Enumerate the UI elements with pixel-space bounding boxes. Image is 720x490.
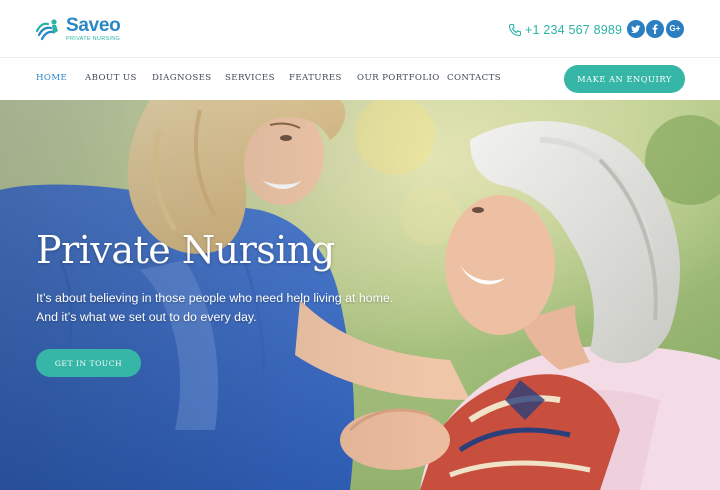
hero-text-line-1: It’s about believing in those people who… [36, 291, 394, 305]
hero-description: It’s about believing in those people who… [36, 289, 426, 326]
nav-about-us[interactable]: ABOUT US [85, 73, 137, 83]
nav-diagnoses[interactable]: DIAGNOSES [152, 73, 212, 83]
main-nav: HOME ABOUT US DIAGNOSES SERVICES FEATURE… [0, 57, 720, 100]
facebook-icon [652, 24, 658, 34]
hero-title: Private Nursing [36, 228, 335, 272]
twitter-icon [631, 25, 641, 33]
nav-services[interactable]: SERVICES [225, 73, 275, 83]
nav-home[interactable]: HOME [36, 73, 67, 83]
phone-icon [508, 23, 522, 37]
google-plus-icon: G+ [669, 24, 681, 33]
make-enquiry-button[interactable]: MAKE AN ENQUIRY [564, 65, 685, 93]
nav-features[interactable]: FEATURES [289, 73, 342, 83]
logo-name: Saveo [66, 14, 121, 36]
logo-mark-icon [35, 19, 58, 41]
hero-text-line-2: And it’s what we set out to do every day… [36, 309, 257, 324]
logo-tagline: PRIVATE NURSING [66, 35, 121, 42]
google-plus-button[interactable]: G+ [666, 20, 684, 38]
top-bar: Saveo PRIVATE NURSING +1 234 567 8989 G+ [0, 0, 720, 57]
nav-contacts[interactable]: CONTACTS [447, 73, 501, 83]
phone-number: +1 234 567 8989 [525, 23, 623, 37]
get-in-touch-button[interactable]: GET IN TOUCH [36, 349, 141, 377]
facebook-button[interactable] [646, 20, 664, 38]
logo[interactable]: Saveo PRIVATE NURSING [34, 14, 134, 44]
twitter-button[interactable] [627, 20, 645, 38]
hero-section: Private Nursing It’s about believing in … [0, 100, 720, 490]
nav-our-portfolio[interactable]: OUR PORTFOLIO [357, 73, 440, 83]
phone-contact[interactable]: +1 234 567 8989 [508, 21, 622, 39]
